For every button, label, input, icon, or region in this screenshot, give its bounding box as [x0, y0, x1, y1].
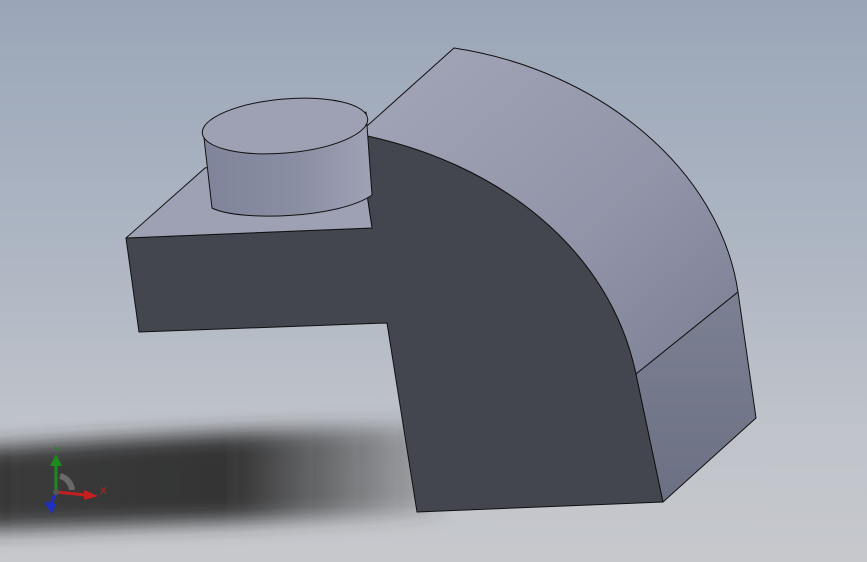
triad-origin — [53, 489, 59, 495]
graphics-viewport[interactable]: Y X — [0, 0, 867, 562]
triad-arc — [58, 473, 75, 491]
x-axis-label: X — [100, 486, 107, 497]
y-axis-label: Y — [54, 445, 61, 456]
z-axis-arrow-icon — [44, 502, 56, 514]
x-axis-arrow-icon — [84, 490, 98, 500]
model-view[interactable] — [0, 0, 867, 562]
x-axis-line — [55, 490, 87, 497]
axis-triad — [44, 454, 98, 514]
